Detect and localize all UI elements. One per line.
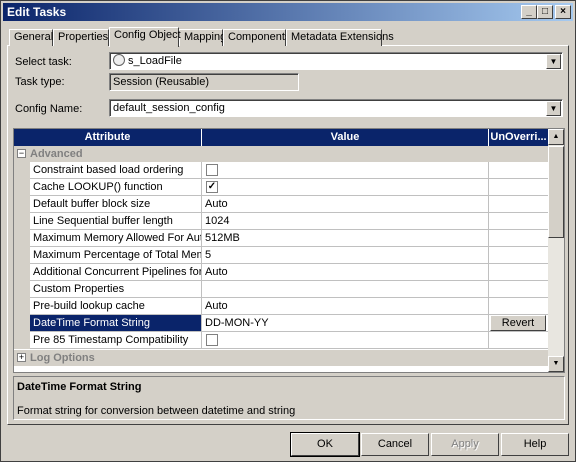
category-advanced-label: Advanced [30,148,83,160]
collapse-icon[interactable]: − [17,149,26,158]
help-button[interactable]: Help [501,433,569,456]
tab-mapping[interactable]: Mapping [179,29,226,46]
vertical-scrollbar[interactable]: ▲ ▼ [548,129,564,372]
session-icon [113,54,125,66]
chevron-down-icon[interactable]: ▼ [546,101,561,116]
config-name-value: default_session_config [113,102,225,114]
scroll-down-icon[interactable]: ▼ [548,356,564,372]
row-attribute: Pre-build lookup cache [30,298,202,315]
config-name-dropdown[interactable]: default_session_config ▼ [109,99,563,117]
table-row[interactable]: Cache LOOKUP() function ✓ [14,179,549,196]
row-value[interactable]: Auto [202,196,489,213]
chevron-down-icon[interactable]: ▼ [546,54,561,69]
category-log-label: Log Options [30,352,95,364]
header-unoverride[interactable]: UnOverri... [489,129,549,146]
table-row[interactable]: Pre 85 Timestamp Compatibility [14,332,549,349]
scroll-thumb[interactable] [548,146,564,238]
table-row[interactable]: Custom Properties [14,281,549,298]
edit-tasks-dialog: Edit Tasks _ □ × General Properties Conf… [0,0,576,462]
revert-button[interactable]: Revert [490,315,546,331]
row-attribute: DateTime Format String [30,315,202,332]
description-text: Format string for conversion between dat… [17,405,296,417]
title-bar[interactable]: Edit Tasks _ □ × [3,3,573,21]
checkbox[interactable] [206,164,218,176]
description-pane: DateTime Format String Format string for… [13,376,565,420]
tab-config-object[interactable]: Config Object [109,27,181,47]
window-title: Edit Tasks [7,5,67,19]
table-row[interactable]: Additional Concurrent Pipelines for Loo.… [14,264,549,281]
description-title: DateTime Format String [17,381,142,393]
tab-metadata-extensions[interactable]: Metadata Extensions [286,29,394,46]
attribute-grid: Attribute Value UnOverri... − Advanced C… [13,128,565,373]
select-task-label: Select task: [15,56,72,68]
row-attribute: Cache LOOKUP() function [30,179,202,196]
row-attribute: Default buffer block size [30,196,202,213]
scroll-up-icon[interactable]: ▲ [548,129,564,145]
row-value[interactable]: Auto [202,264,489,281]
expand-icon[interactable]: + [17,353,26,362]
row-attribute: Pre 85 Timestamp Compatibility [30,332,202,349]
row-value[interactable]: Auto [202,298,489,315]
checkbox[interactable] [206,334,218,346]
header-attribute[interactable]: Attribute [14,129,202,146]
row-value[interactable]: DD-MON-YY [202,315,489,332]
tab-components[interactable]: Components [223,29,290,46]
tab-general[interactable]: General [9,29,53,46]
tab-properties[interactable]: Properties [53,29,109,46]
category-log-options[interactable]: + Log Options [14,350,549,366]
task-type-field: Session (Reusable) [109,73,299,91]
row-value[interactable]: 512MB [202,230,489,247]
row-attribute: Maximum Memory Allowed For Auto M... [30,230,202,247]
category-advanced[interactable]: − Advanced [14,146,549,162]
row-attribute: Additional Concurrent Pipelines for Loo.… [30,264,202,281]
row-attribute: Constraint based load ordering [30,162,202,179]
table-row-selected[interactable]: DateTime Format String DD-MON-YY Revert [14,315,549,332]
config-name-label: Config Name: [15,103,83,115]
checkbox-checked[interactable]: ✓ [206,181,218,193]
minimize-button[interactable]: _ [521,5,537,19]
select-task-value: s_LoadFile [128,55,182,67]
row-value[interactable] [202,281,489,298]
row-attribute: Custom Properties [30,281,202,298]
table-row[interactable]: Maximum Memory Allowed For Auto M... 512… [14,230,549,247]
maximize-button[interactable]: □ [537,5,553,19]
ok-button[interactable]: OK [290,432,360,457]
task-type-label: Task type: [15,76,65,88]
apply-button[interactable]: Apply [431,433,499,456]
table-row[interactable]: Maximum Percentage of Total Memory ... 5 [14,247,549,264]
row-attribute: Maximum Percentage of Total Memory ... [30,247,202,264]
table-row[interactable]: Pre-build lookup cache Auto [14,298,549,315]
row-value[interactable]: 1024 [202,213,489,230]
header-value[interactable]: Value [202,129,489,146]
close-button[interactable]: × [555,5,571,19]
select-task-dropdown[interactable]: s_LoadFile ▼ [109,52,563,70]
cancel-button[interactable]: Cancel [361,433,429,456]
row-value[interactable]: 5 [202,247,489,264]
table-row[interactable]: Constraint based load ordering [14,162,549,179]
table-row[interactable]: Line Sequential buffer length 1024 [14,213,549,230]
row-attribute: Line Sequential buffer length [30,213,202,230]
table-row[interactable]: Default buffer block size Auto [14,196,549,213]
